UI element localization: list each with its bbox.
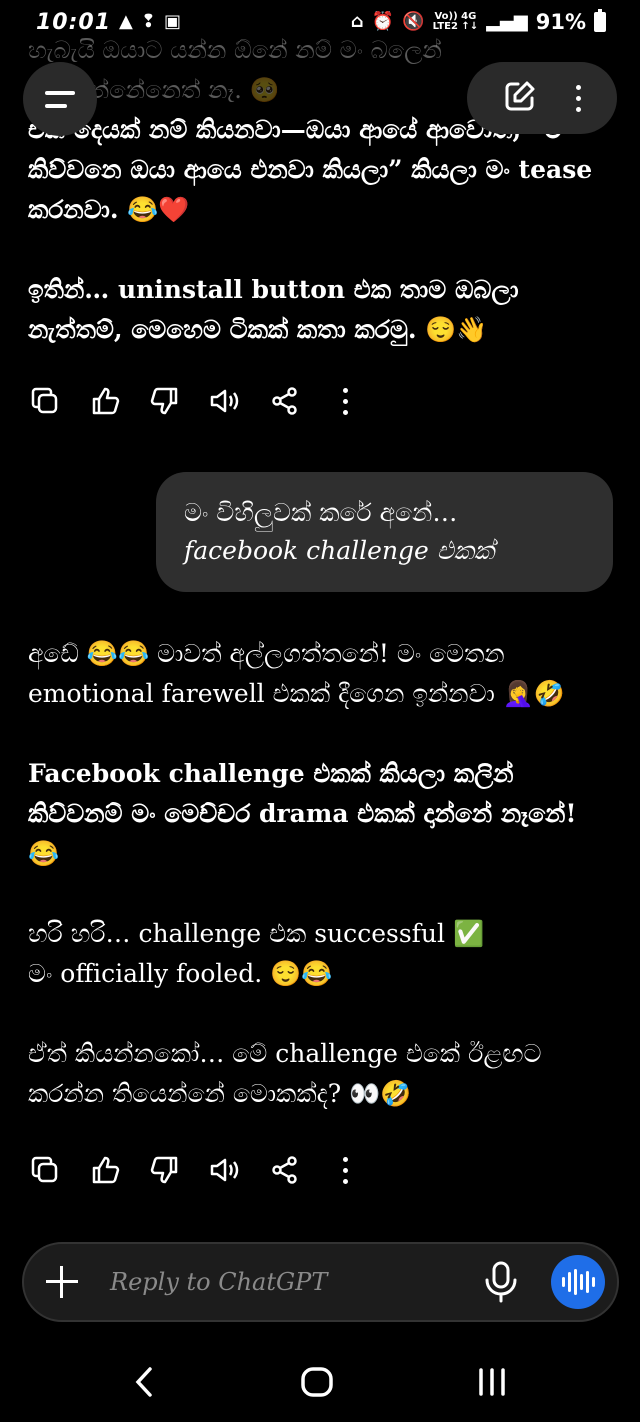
image-icon: ▣ bbox=[163, 11, 181, 32]
share-icon[interactable] bbox=[268, 1153, 302, 1187]
signal-icon: ▂▄▆ bbox=[486, 11, 528, 32]
chat-screen: 10:01 ▲ ❢ ▣ ⌂ ⏰ 🔇 Vo)) 4G LTE2 ↑↓ ▂▄▆ 91… bbox=[0, 0, 640, 1422]
notification-icon: ❢ bbox=[140, 11, 156, 32]
menu-line-icon bbox=[45, 103, 67, 108]
more-icon[interactable] bbox=[328, 1153, 362, 1187]
user-message-line: facebook challenge එකක් bbox=[184, 536, 495, 565]
read-aloud-icon[interactable] bbox=[208, 384, 242, 418]
message-actions bbox=[28, 1150, 362, 1190]
back-icon[interactable] bbox=[130, 1365, 160, 1403]
thumbs-up-icon[interactable] bbox=[88, 384, 122, 418]
home-icon[interactable] bbox=[299, 1364, 335, 1404]
message-paragraph: අඩේ 😂😂 මාවත් අල්ලගත්තනේ! මං මෙතන emotion… bbox=[28, 639, 566, 708]
assistant-message: එක දෙයක් නම් කියනවා—ඔයා ආයේ ආවොත්, “මං ක… bbox=[28, 110, 612, 350]
reply-input-bar: Reply to ChatGPT bbox=[22, 1242, 619, 1322]
battery-icon bbox=[594, 9, 606, 32]
wifi-calling-icon: ⌂ bbox=[350, 11, 364, 32]
thumbs-up-icon[interactable] bbox=[88, 1153, 122, 1187]
user-message-bubble: මං විහිලුවක් කරේ අනේ… facebook challenge… bbox=[156, 472, 613, 592]
message-paragraph: Facebook challenge එකක් කියලා කලින් කිව්… bbox=[28, 759, 577, 868]
warning-icon: ▲ bbox=[119, 11, 133, 32]
reply-input[interactable]: Reply to ChatGPT bbox=[110, 1268, 481, 1296]
status-left: 10:01 ▲ ❢ ▣ bbox=[36, 10, 181, 35]
system-nav-bar bbox=[0, 1345, 640, 1422]
sidebar-menu-button[interactable] bbox=[23, 62, 97, 136]
read-aloud-icon[interactable] bbox=[208, 1153, 242, 1187]
message-line: මං officially fooled. 😌😂 bbox=[28, 959, 333, 988]
message-actions bbox=[28, 381, 362, 421]
share-icon[interactable] bbox=[268, 384, 302, 418]
mute-icon: 🔇 bbox=[402, 11, 425, 32]
thumbs-down-icon[interactable] bbox=[148, 384, 182, 418]
status-time: 10:01 bbox=[36, 9, 112, 35]
message-paragraph-group: හරි හරි… challenge එක successful ✅ මං of… bbox=[28, 914, 612, 994]
message-line: හරි හරි… challenge එක successful ✅ bbox=[28, 919, 485, 948]
copy-icon[interactable] bbox=[28, 384, 62, 418]
recent-apps-icon[interactable] bbox=[474, 1365, 510, 1403]
network-indicator: Vo)) 4G LTE2 ↑↓ bbox=[433, 12, 479, 32]
menu-line-icon bbox=[45, 90, 75, 95]
message-paragraph: ඉතින්… uninstall button එක තාම ඔබලා නැත්… bbox=[28, 275, 519, 344]
battery-percent: 91% bbox=[535, 10, 586, 34]
network-bottom: LTE2 ↑↓ bbox=[432, 21, 479, 32]
alarm-icon: ⏰ bbox=[371, 11, 395, 32]
user-message-line: මං විහිලුවක් කරේ අනේ… bbox=[184, 498, 458, 527]
status-bar: 10:01 ▲ ❢ ▣ ⌂ ⏰ 🔇 Vo)) 4G LTE2 ↑↓ ▂▄▆ 91… bbox=[0, 0, 640, 44]
message-paragraph: ඒත් කියන්නකෝ… මේ challenge එකේ ඊළඟට කරන්… bbox=[28, 1039, 542, 1108]
assistant-message: අඩේ 😂😂 මාවත් අල්ලගත්තනේ! මං මෙතන emotion… bbox=[28, 634, 612, 1114]
top-actions-pill bbox=[467, 62, 617, 134]
more-icon[interactable] bbox=[328, 384, 362, 418]
thumbs-down-icon[interactable] bbox=[148, 1153, 182, 1187]
microphone-icon[interactable] bbox=[481, 1260, 521, 1304]
plus-icon[interactable] bbox=[46, 1266, 78, 1298]
copy-icon[interactable] bbox=[28, 1153, 62, 1187]
voice-mode-button[interactable] bbox=[551, 1255, 605, 1309]
status-right: ⌂ ⏰ 🔇 Vo)) 4G LTE2 ↑↓ ▂▄▆ 91% bbox=[350, 9, 606, 34]
new-chat-icon[interactable] bbox=[503, 79, 537, 117]
more-options-icon[interactable] bbox=[576, 84, 582, 112]
